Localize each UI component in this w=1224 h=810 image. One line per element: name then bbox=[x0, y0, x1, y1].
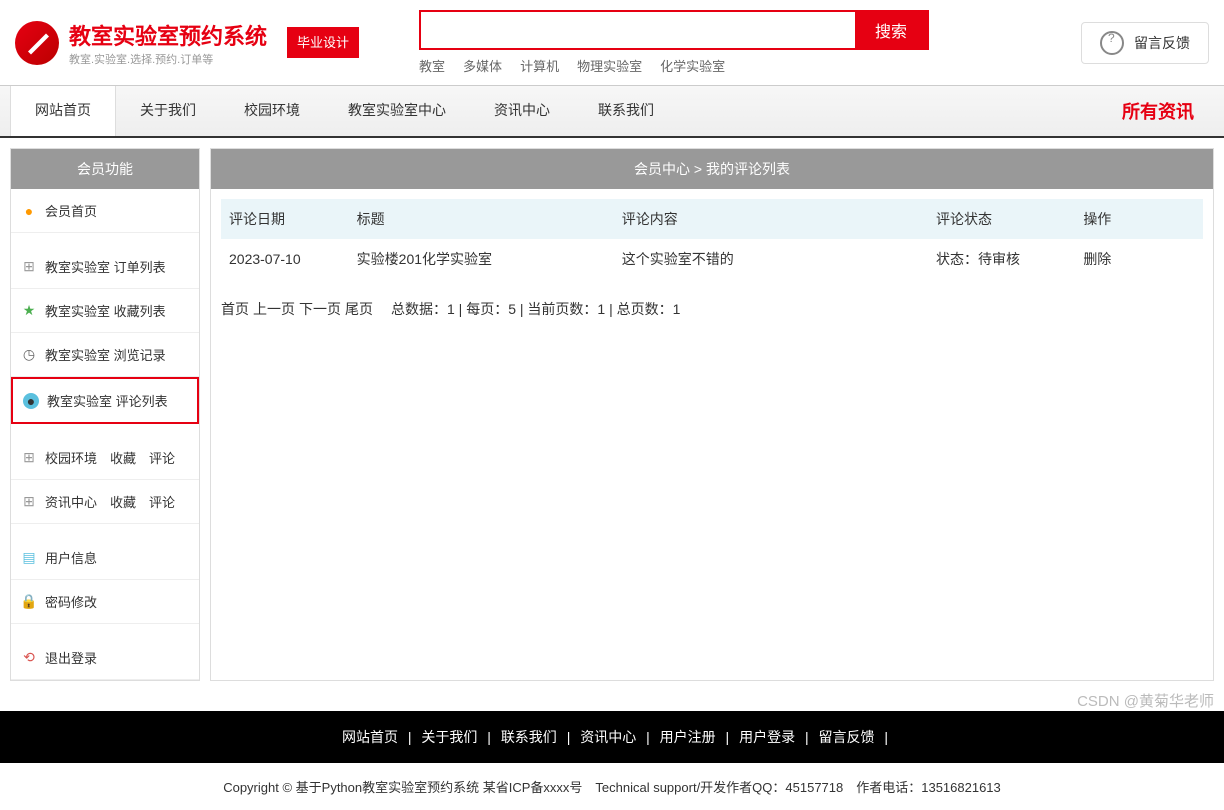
feedback-label: 留言反馈 bbox=[1134, 33, 1190, 53]
nav-item[interactable]: 资讯中心 bbox=[470, 86, 574, 136]
header: 教室实验室预约系统 教室.实验室.选择.预约.订单等 毕业设计 搜索 教室 多媒体… bbox=[0, 0, 1224, 85]
page-link[interactable]: 上一页 bbox=[253, 301, 295, 317]
logo-section: 教室实验室预约系统 教室.实验室.选择.预约.订单等 bbox=[15, 19, 267, 67]
comments-table: 评论日期标题评论内容评论状态操作 2023-07-10实验楼201化学实验室这个… bbox=[221, 199, 1203, 279]
footer-nav: 网站首页 | 关于我们 | 联系我们 | 资讯中心 | 用户注册 | 用户登录 … bbox=[0, 711, 1224, 763]
sidebar-title: 会员功能 bbox=[11, 149, 199, 189]
footer-link[interactable]: 网站首页 bbox=[342, 729, 398, 745]
search-tag[interactable]: 多媒体 bbox=[463, 59, 502, 74]
feedback-button[interactable]: 留言反馈 bbox=[1081, 22, 1209, 64]
site-title: 教室实验室预约系统 bbox=[69, 19, 267, 51]
cell-date: 2023-07-10 bbox=[221, 239, 349, 279]
sidebar-item[interactable]: ◷ 教室实验室 浏览记录 bbox=[11, 333, 199, 377]
column-header: 评论状态 bbox=[928, 199, 1075, 239]
footer-link[interactable]: 资讯中心 bbox=[580, 729, 636, 745]
sidebar-item-label: 教室实验室 订单列表 bbox=[45, 257, 166, 276]
table-row: 2023-07-10实验楼201化学实验室这个实验室不错的状态：待审核删除 bbox=[221, 239, 1203, 279]
clock-icon: ◷ bbox=[21, 347, 37, 363]
sidebar-item-label: 会员首页 bbox=[45, 201, 97, 220]
search-tags: 教室 多媒体 计算机 物理实验室 化学实验室 bbox=[419, 56, 929, 75]
grid-icon: ⊞ bbox=[21, 494, 37, 510]
search-tag[interactable]: 化学实验室 bbox=[660, 59, 725, 74]
grid-icon: ⊞ bbox=[21, 450, 37, 466]
search-button[interactable]: 搜索 bbox=[855, 12, 927, 48]
sidebar-item-label: 资讯中心 收藏 评论 bbox=[45, 492, 175, 511]
footer-link[interactable]: 用户登录 bbox=[739, 729, 795, 745]
column-header: 评论内容 bbox=[614, 199, 928, 239]
sidebar-item[interactable]: ⟲ 退出登录 bbox=[11, 636, 199, 680]
footer-link[interactable]: 关于我们 bbox=[421, 729, 477, 745]
sidebar-item[interactable]: ★ 教室实验室 收藏列表 bbox=[11, 289, 199, 333]
sidebar-item-label: 密码修改 bbox=[45, 592, 97, 611]
sidebar-item-label: 退出登录 bbox=[45, 648, 97, 667]
nav-item[interactable]: 网站首页 bbox=[10, 86, 116, 136]
search-tag[interactable]: 计算机 bbox=[520, 59, 559, 74]
search-input[interactable] bbox=[421, 12, 855, 48]
cell-title: 实验楼201化学实验室 bbox=[349, 239, 614, 279]
home-icon: ● bbox=[21, 203, 37, 219]
badge: 毕业设计 bbox=[287, 27, 359, 59]
column-header: 评论日期 bbox=[221, 199, 349, 239]
pagination: 首页上一页下一页尾页 总数据：1 | 每页：5 | 当前页数：1 | 总页数：1 bbox=[221, 299, 1203, 319]
grid-icon: ⊞ bbox=[21, 259, 37, 275]
comment-icon: ● bbox=[23, 393, 39, 409]
nav-item[interactable]: 校园环境 bbox=[220, 86, 324, 136]
footer-link[interactable]: 留言反馈 bbox=[819, 729, 875, 745]
delete-link[interactable]: 删除 bbox=[1083, 251, 1111, 267]
star-icon: ★ bbox=[21, 303, 37, 319]
sidebar-item[interactable]: ⊞ 资讯中心 收藏 评论 bbox=[11, 480, 199, 524]
main-panel: 会员中心 > 我的评论列表 评论日期标题评论内容评论状态操作 2023-07-1… bbox=[210, 148, 1214, 681]
lock-icon: 🔒 bbox=[21, 594, 37, 610]
search-tag[interactable]: 物理实验室 bbox=[577, 59, 642, 74]
sidebar-item[interactable]: ▤ 用户信息 bbox=[11, 536, 199, 580]
sidebar-item-label: 用户信息 bbox=[45, 548, 97, 567]
sidebar-item-label: 教室实验室 浏览记录 bbox=[45, 345, 166, 364]
page-link[interactable]: 首页 bbox=[221, 301, 249, 317]
nav-item[interactable]: 关于我们 bbox=[116, 86, 220, 136]
nav-item[interactable]: 教室实验室中心 bbox=[324, 86, 470, 136]
watermark: CSDN @黄菊华老师 bbox=[1077, 690, 1214, 711]
sidebar: 会员功能 ● 会员首页 ⊞ 教室实验室 订单列表 ★ 教室实验室 收藏列表 ◷ 教室实验室 浏… bbox=[10, 148, 200, 681]
footer-link[interactable]: 联系我们 bbox=[501, 729, 557, 745]
sidebar-item[interactable]: ● 教室实验室 评论列表 bbox=[11, 377, 199, 424]
page-link[interactable]: 下一页 bbox=[299, 301, 341, 317]
sidebar-item[interactable]: ⊞ 教室实验室 订单列表 bbox=[11, 245, 199, 289]
sidebar-item[interactable]: ⊞ 校园环境 收藏 评论 bbox=[11, 436, 199, 480]
nav-all-news[interactable]: 所有资讯 bbox=[1102, 86, 1214, 136]
cell-status: 状态：待审核 bbox=[928, 239, 1075, 279]
page-info: 总数据：1 | 每页：5 | 当前页数：1 | 总页数：1 bbox=[377, 301, 680, 317]
headset-icon bbox=[1100, 31, 1124, 55]
sidebar-item-label: 教室实验室 收藏列表 bbox=[45, 301, 166, 320]
site-subtitle: 教室.实验室.选择.预约.订单等 bbox=[69, 51, 267, 67]
page-link[interactable]: 尾页 bbox=[345, 301, 373, 317]
main-nav: 网站首页关于我们校园环境教室实验室中心资讯中心联系我们 所有资讯 bbox=[0, 85, 1224, 138]
search-tag[interactable]: 教室 bbox=[419, 59, 445, 74]
footer-link[interactable]: 用户注册 bbox=[660, 729, 716, 745]
column-header: 标题 bbox=[349, 199, 614, 239]
exit-icon: ⟲ bbox=[21, 650, 37, 666]
column-header: 操作 bbox=[1075, 199, 1203, 239]
search-section: 搜索 教室 多媒体 计算机 物理实验室 化学实验室 bbox=[419, 10, 929, 75]
sidebar-item[interactable]: 🔒 密码修改 bbox=[11, 580, 199, 624]
sidebar-item-label: 教室实验室 评论列表 bbox=[47, 391, 168, 410]
sidebar-item-label: 校园环境 收藏 评论 bbox=[45, 448, 175, 467]
logo-icon bbox=[15, 21, 59, 65]
copyright: Copyright © 基于Python教室实验室预约系统 某省ICP备xxxx… bbox=[0, 763, 1224, 810]
doc-icon: ▤ bbox=[21, 550, 37, 566]
breadcrumb: 会员中心 > 我的评论列表 bbox=[211, 149, 1213, 189]
cell-content: 这个实验室不错的 bbox=[614, 239, 928, 279]
sidebar-item[interactable]: ● 会员首页 bbox=[11, 189, 199, 233]
nav-item[interactable]: 联系我们 bbox=[574, 86, 678, 136]
